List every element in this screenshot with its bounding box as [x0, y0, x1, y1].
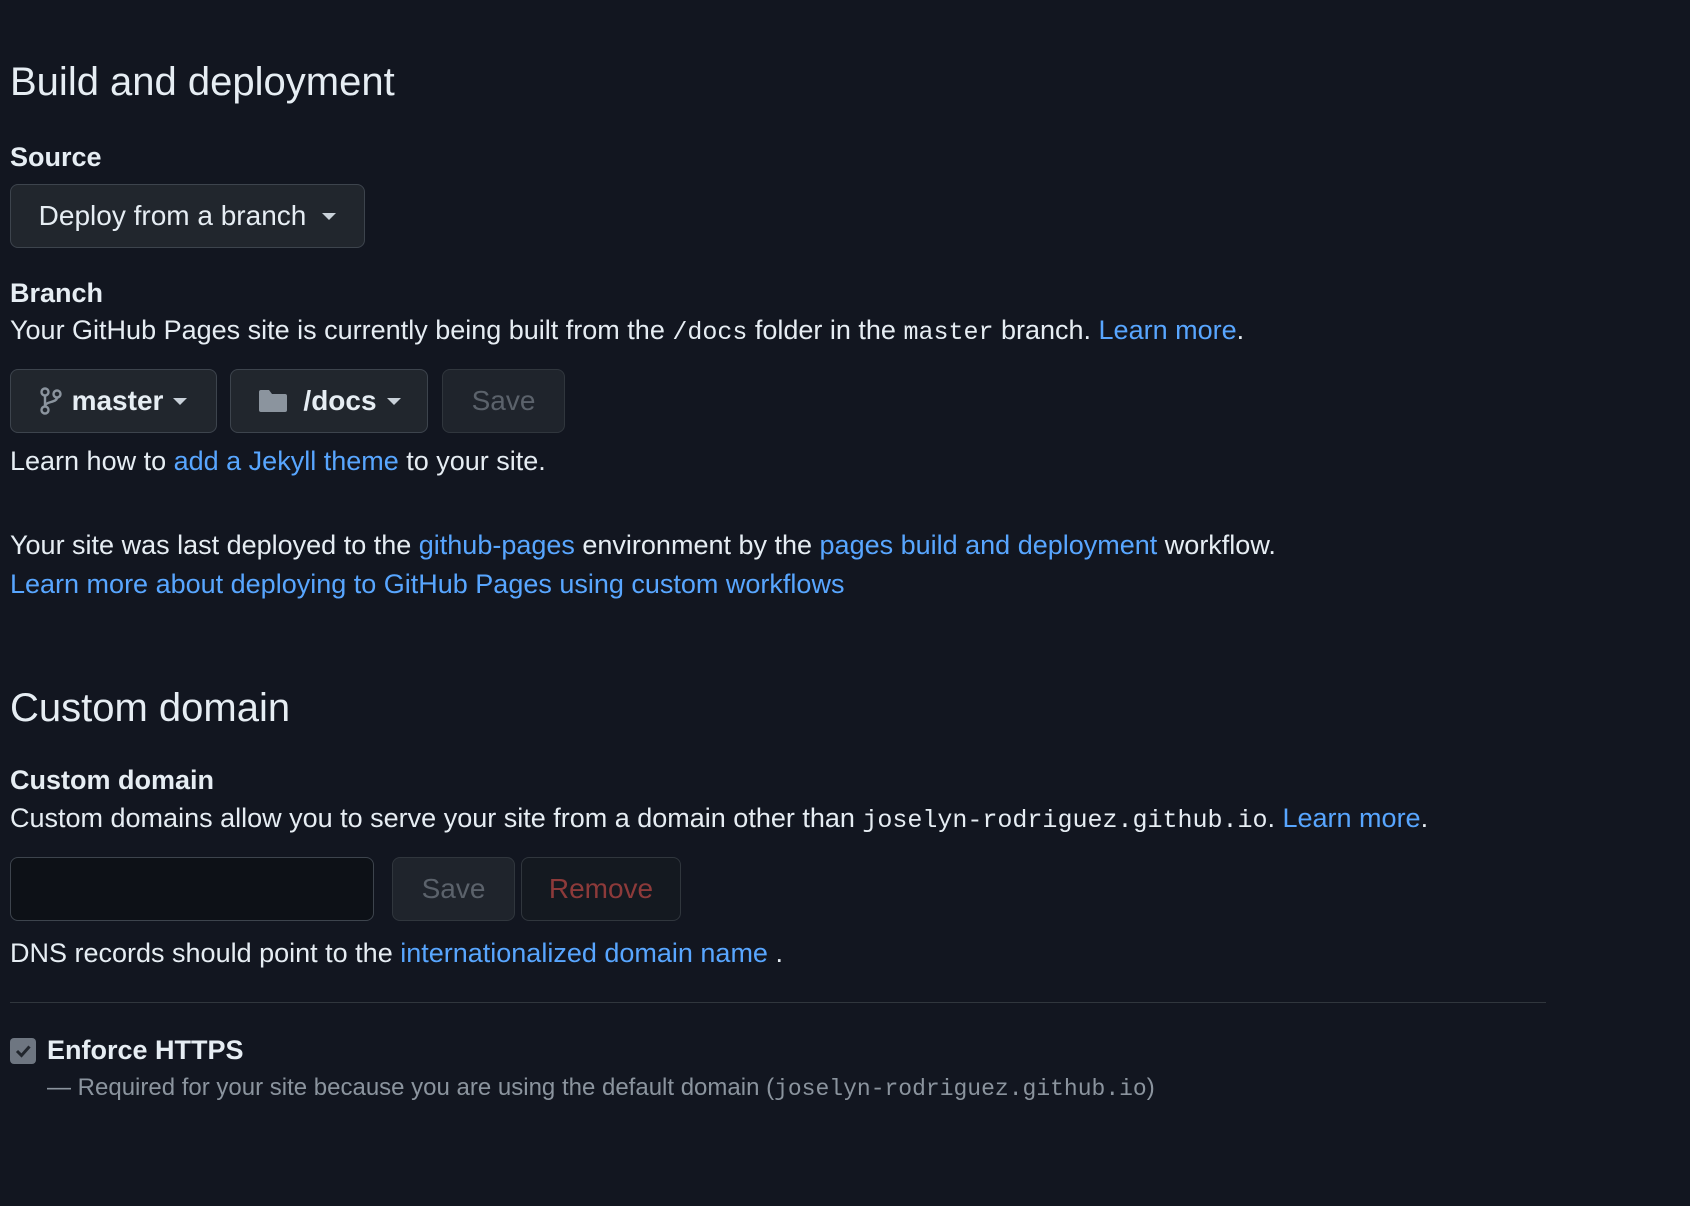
- default-domain-text: joselyn-rodriguez.github.io: [862, 806, 1268, 835]
- dns-text: DNS records should point to the internat…: [10, 938, 783, 969]
- branch-desc-text: branch.: [993, 315, 1099, 345]
- custom-domain-input[interactable]: [10, 857, 374, 921]
- domain-desc-text: .: [1420, 803, 1429, 833]
- domain-remove-button[interactable]: Remove: [521, 857, 681, 921]
- idn-link[interactable]: internationalized domain name: [400, 938, 768, 968]
- custom-domain-heading: Custom domain: [10, 686, 291, 730]
- branch-label: Branch: [10, 278, 104, 308]
- github-pages-env-link[interactable]: github-pages: [419, 530, 575, 560]
- chevron-down-icon: [386, 397, 401, 405]
- custom-domain-description: Custom domains allow you to serve your s…: [10, 803, 1428, 835]
- deploy-text-pre: Your site was last deployed to the: [10, 530, 419, 560]
- git-branch-icon: [39, 387, 62, 415]
- source-dropdown-label: Deploy from a branch: [38, 200, 307, 231]
- enforce-https-label: Enforce HTTPS: [47, 1035, 244, 1065]
- branch-desc-text: folder in the: [747, 315, 904, 345]
- custom-workflows-line: Learn more about deploying to GitHub Pag…: [10, 569, 844, 600]
- domain-desc-text: .: [1267, 803, 1283, 833]
- custom-domain-label: Custom domain: [10, 765, 215, 795]
- section-divider: [10, 1002, 1546, 1003]
- branch-desc-folder: /docs: [672, 318, 748, 347]
- deploy-text-mid: environment by the: [574, 530, 820, 560]
- folder-select-button[interactable]: /docs: [230, 369, 428, 433]
- jekyll-theme-link[interactable]: add a Jekyll theme: [174, 446, 399, 476]
- dns-text-post: .: [767, 938, 783, 968]
- branch-learn-more-link[interactable]: Learn more: [1099, 315, 1237, 345]
- chevron-down-icon: [173, 397, 188, 405]
- https-note-domain: joselyn-rodriguez.github.io: [774, 1076, 1147, 1102]
- branch-desc-branch: master: [903, 318, 994, 347]
- chevron-down-icon: [322, 212, 337, 220]
- domain-desc-text: Custom domains allow you to serve your s…: [10, 803, 863, 833]
- deploy-status-text: Your site was last deployed to the githu…: [10, 530, 1276, 561]
- jekyll-text: Learn how to add a Jekyll theme to your …: [10, 446, 546, 477]
- https-note-pre: — Required for your site because you are…: [47, 1074, 775, 1101]
- branch-save-button[interactable]: Save: [442, 369, 565, 433]
- dns-text-pre: DNS records should point to the: [10, 938, 401, 968]
- jekyll-text-pre: Learn how to: [10, 446, 174, 476]
- source-dropdown[interactable]: Deploy from a branch: [10, 184, 365, 248]
- branch-description: Your GitHub Pages site is currently bein…: [10, 315, 1244, 347]
- enforce-https-checkbox[interactable]: [10, 1038, 36, 1064]
- branch-select-button[interactable]: master: [10, 369, 217, 433]
- branch-desc-text: Your GitHub Pages site is currently bein…: [10, 315, 673, 345]
- workflow-link[interactable]: pages build and deployment: [820, 530, 1158, 560]
- source-label: Source: [10, 142, 102, 172]
- jekyll-text-post: to your site.: [398, 446, 546, 476]
- custom-workflows-link[interactable]: Learn more about deploying to GitHub Pag…: [10, 569, 844, 599]
- folder-icon: [257, 388, 289, 414]
- deploy-text-post: workflow.: [1157, 530, 1276, 560]
- check-icon: [15, 1045, 31, 1058]
- https-note-post: ): [1146, 1074, 1155, 1101]
- folder-select-label: /docs: [303, 385, 377, 416]
- branch-desc-text: .: [1236, 315, 1245, 345]
- build-deployment-heading: Build and deployment: [10, 60, 395, 104]
- branch-select-label: master: [71, 385, 164, 416]
- domain-learn-more-link[interactable]: Learn more: [1283, 803, 1421, 833]
- enforce-https-note: — Required for your site because you are…: [47, 1074, 1155, 1102]
- domain-save-button[interactable]: Save: [392, 857, 515, 921]
